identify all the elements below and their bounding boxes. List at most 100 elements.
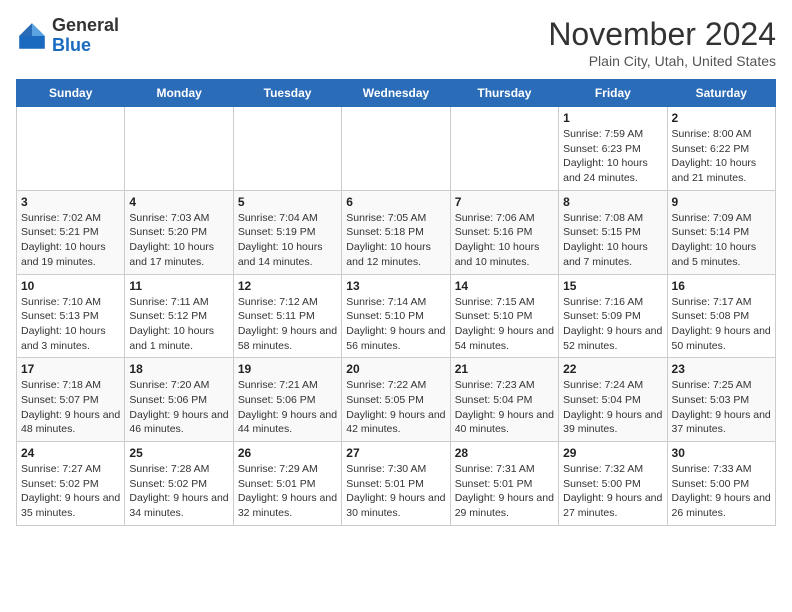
calendar-cell: 7 Sunrise: 7:06 AM Sunset: 5:16 PM Daylig… xyxy=(450,190,558,274)
weekday-header-monday: Monday xyxy=(125,80,233,107)
day-info: Sunrise: 7:24 AM Sunset: 5:04 PM Dayligh… xyxy=(563,378,662,437)
day-info: Sunrise: 7:14 AM Sunset: 5:10 PM Dayligh… xyxy=(346,295,445,354)
day-info: Sunrise: 7:27 AM Sunset: 5:02 PM Dayligh… xyxy=(21,462,120,521)
day-number: 25 xyxy=(129,446,228,460)
calendar-cell: 26 Sunrise: 7:29 AM Sunset: 5:01 PM Dayli… xyxy=(233,442,341,526)
day-info: Sunrise: 7:20 AM Sunset: 5:06 PM Dayligh… xyxy=(129,378,228,437)
day-info: Sunrise: 7:11 AM Sunset: 5:12 PM Dayligh… xyxy=(129,295,228,354)
calendar-cell: 1 Sunrise: 7:59 AM Sunset: 6:23 PM Daylig… xyxy=(559,107,667,191)
weekday-header-row: SundayMondayTuesdayWednesdayThursdayFrid… xyxy=(17,80,776,107)
day-info: Sunrise: 7:28 AM Sunset: 5:02 PM Dayligh… xyxy=(129,462,228,521)
day-info: Sunrise: 7:21 AM Sunset: 5:06 PM Dayligh… xyxy=(238,378,337,437)
calendar-cell: 13 Sunrise: 7:14 AM Sunset: 5:10 PM Dayli… xyxy=(342,274,450,358)
calendar-cell xyxy=(450,107,558,191)
calendar-cell xyxy=(342,107,450,191)
calendar-cell: 27 Sunrise: 7:30 AM Sunset: 5:01 PM Dayli… xyxy=(342,442,450,526)
calendar-week-3: 10 Sunrise: 7:10 AM Sunset: 5:13 PM Dayli… xyxy=(17,274,776,358)
day-number: 7 xyxy=(455,195,554,209)
day-number: 5 xyxy=(238,195,337,209)
day-info: Sunrise: 7:09 AM Sunset: 5:14 PM Dayligh… xyxy=(672,211,771,270)
calendar-cell: 2 Sunrise: 8:00 AM Sunset: 6:22 PM Daylig… xyxy=(667,107,775,191)
day-info: Sunrise: 7:10 AM Sunset: 5:13 PM Dayligh… xyxy=(21,295,120,354)
calendar-cell xyxy=(233,107,341,191)
calendar-cell: 25 Sunrise: 7:28 AM Sunset: 5:02 PM Dayli… xyxy=(125,442,233,526)
weekday-header-tuesday: Tuesday xyxy=(233,80,341,107)
calendar-cell: 28Sunrise: 7:31 AM Sunset: 5:01 PM Dayli… xyxy=(450,442,558,526)
day-number: 18 xyxy=(129,362,228,376)
day-number: 13 xyxy=(346,279,445,293)
weekday-header-sunday: Sunday xyxy=(17,80,125,107)
day-number: 15 xyxy=(563,279,662,293)
day-info: Sunrise: 7:04 AM Sunset: 5:19 PM Dayligh… xyxy=(238,211,337,270)
logo-icon xyxy=(16,20,48,52)
day-number: 20 xyxy=(346,362,445,376)
day-number: 17 xyxy=(21,362,120,376)
day-info: Sunrise: 7:08 AM Sunset: 5:15 PM Dayligh… xyxy=(563,211,662,270)
calendar-cell: 19 Sunrise: 7:21 AM Sunset: 5:06 PM Dayli… xyxy=(233,358,341,442)
day-info: Sunrise: 7:29 AM Sunset: 5:01 PM Dayligh… xyxy=(238,462,337,521)
day-number: 30 xyxy=(672,446,771,460)
calendar-cell: 15 Sunrise: 7:16 AM Sunset: 5:09 PM Dayli… xyxy=(559,274,667,358)
calendar-cell: 10 Sunrise: 7:10 AM Sunset: 5:13 PM Dayli… xyxy=(17,274,125,358)
weekday-header-wednesday: Wednesday xyxy=(342,80,450,107)
calendar-cell: 21Sunrise: 7:23 AM Sunset: 5:04 PM Dayli… xyxy=(450,358,558,442)
header: General Blue November 2024 Plain City, U… xyxy=(16,16,776,69)
day-number: 4 xyxy=(129,195,228,209)
calendar-week-1: 1 Sunrise: 7:59 AM Sunset: 6:23 PM Daylig… xyxy=(17,107,776,191)
calendar-cell xyxy=(125,107,233,191)
day-info: Sunrise: 7:30 AM Sunset: 5:01 PM Dayligh… xyxy=(346,462,445,521)
calendar-cell: 24 Sunrise: 7:27 AM Sunset: 5:02 PM Dayli… xyxy=(17,442,125,526)
calendar-cell xyxy=(17,107,125,191)
day-info: Sunrise: 7:02 AM Sunset: 5:21 PM Dayligh… xyxy=(21,211,120,270)
day-number: 10 xyxy=(21,279,120,293)
day-info: Sunrise: 7:06 AM Sunset: 5:16 PM Dayligh… xyxy=(455,211,554,270)
calendar-week-4: 17 Sunrise: 7:18 AM Sunset: 5:07 PM Dayli… xyxy=(17,358,776,442)
calendar-cell: 17 Sunrise: 7:18 AM Sunset: 5:07 PM Dayli… xyxy=(17,358,125,442)
day-number: 9 xyxy=(672,195,771,209)
day-info: Sunrise: 7:22 AM Sunset: 5:05 PM Dayligh… xyxy=(346,378,445,437)
day-info: Sunrise: 7:16 AM Sunset: 5:09 PM Dayligh… xyxy=(563,295,662,354)
calendar-cell: 29Sunrise: 7:32 AM Sunset: 5:00 PM Dayli… xyxy=(559,442,667,526)
day-number: 3 xyxy=(21,195,120,209)
day-info: Sunrise: 7:25 AM Sunset: 5:03 PM Dayligh… xyxy=(672,378,771,437)
calendar-cell: 22Sunrise: 7:24 AM Sunset: 5:04 PM Dayli… xyxy=(559,358,667,442)
day-number: 1 xyxy=(563,111,662,125)
month-title: November 2024 xyxy=(548,16,776,53)
day-number: 16 xyxy=(672,279,771,293)
day-number: 19 xyxy=(238,362,337,376)
day-number: 2 xyxy=(672,111,771,125)
day-number: 8 xyxy=(563,195,662,209)
day-info: Sunrise: 7:12 AM Sunset: 5:11 PM Dayligh… xyxy=(238,295,337,354)
calendar-cell: 23 Sunrise: 7:25 AM Sunset: 5:03 PM Dayli… xyxy=(667,358,775,442)
day-number: 23 xyxy=(672,362,771,376)
day-number: 27 xyxy=(346,446,445,460)
weekday-header-saturday: Saturday xyxy=(667,80,775,107)
location: Plain City, Utah, United States xyxy=(548,53,776,69)
calendar-cell: 9 Sunrise: 7:09 AM Sunset: 5:14 PM Daylig… xyxy=(667,190,775,274)
day-number: 6 xyxy=(346,195,445,209)
calendar-cell: 30 Sunrise: 7:33 AM Sunset: 5:00 PM Dayli… xyxy=(667,442,775,526)
logo-blue: Blue xyxy=(52,35,91,55)
day-info: Sunrise: 8:00 AM Sunset: 6:22 PM Dayligh… xyxy=(672,127,771,186)
day-number: 11 xyxy=(129,279,228,293)
day-info: Sunrise: 7:33 AM Sunset: 5:00 PM Dayligh… xyxy=(672,462,771,521)
calendar-cell: 12Sunrise: 7:12 AM Sunset: 5:11 PM Dayli… xyxy=(233,274,341,358)
title-area: November 2024 Plain City, Utah, United S… xyxy=(548,16,776,69)
weekday-header-friday: Friday xyxy=(559,80,667,107)
calendar-cell: 8 Sunrise: 7:08 AM Sunset: 5:15 PM Daylig… xyxy=(559,190,667,274)
day-info: Sunrise: 7:23 AM Sunset: 5:04 PM Dayligh… xyxy=(455,378,554,437)
calendar-cell: 5 Sunrise: 7:04 AM Sunset: 5:19 PM Daylig… xyxy=(233,190,341,274)
day-info: Sunrise: 7:17 AM Sunset: 5:08 PM Dayligh… xyxy=(672,295,771,354)
logo: General Blue xyxy=(16,16,119,56)
day-info: Sunrise: 7:59 AM Sunset: 6:23 PM Dayligh… xyxy=(563,127,662,186)
day-number: 24 xyxy=(21,446,120,460)
calendar-week-5: 24 Sunrise: 7:27 AM Sunset: 5:02 PM Dayli… xyxy=(17,442,776,526)
day-info: Sunrise: 7:18 AM Sunset: 5:07 PM Dayligh… xyxy=(21,378,120,437)
day-number: 29 xyxy=(563,446,662,460)
calendar-cell: 14Sunrise: 7:15 AM Sunset: 5:10 PM Dayli… xyxy=(450,274,558,358)
day-number: 26 xyxy=(238,446,337,460)
logo-general: General xyxy=(52,15,119,35)
day-info: Sunrise: 7:15 AM Sunset: 5:10 PM Dayligh… xyxy=(455,295,554,354)
calendar-cell: 18 Sunrise: 7:20 AM Sunset: 5:06 PM Dayli… xyxy=(125,358,233,442)
calendar-cell: 16 Sunrise: 7:17 AM Sunset: 5:08 PM Dayli… xyxy=(667,274,775,358)
